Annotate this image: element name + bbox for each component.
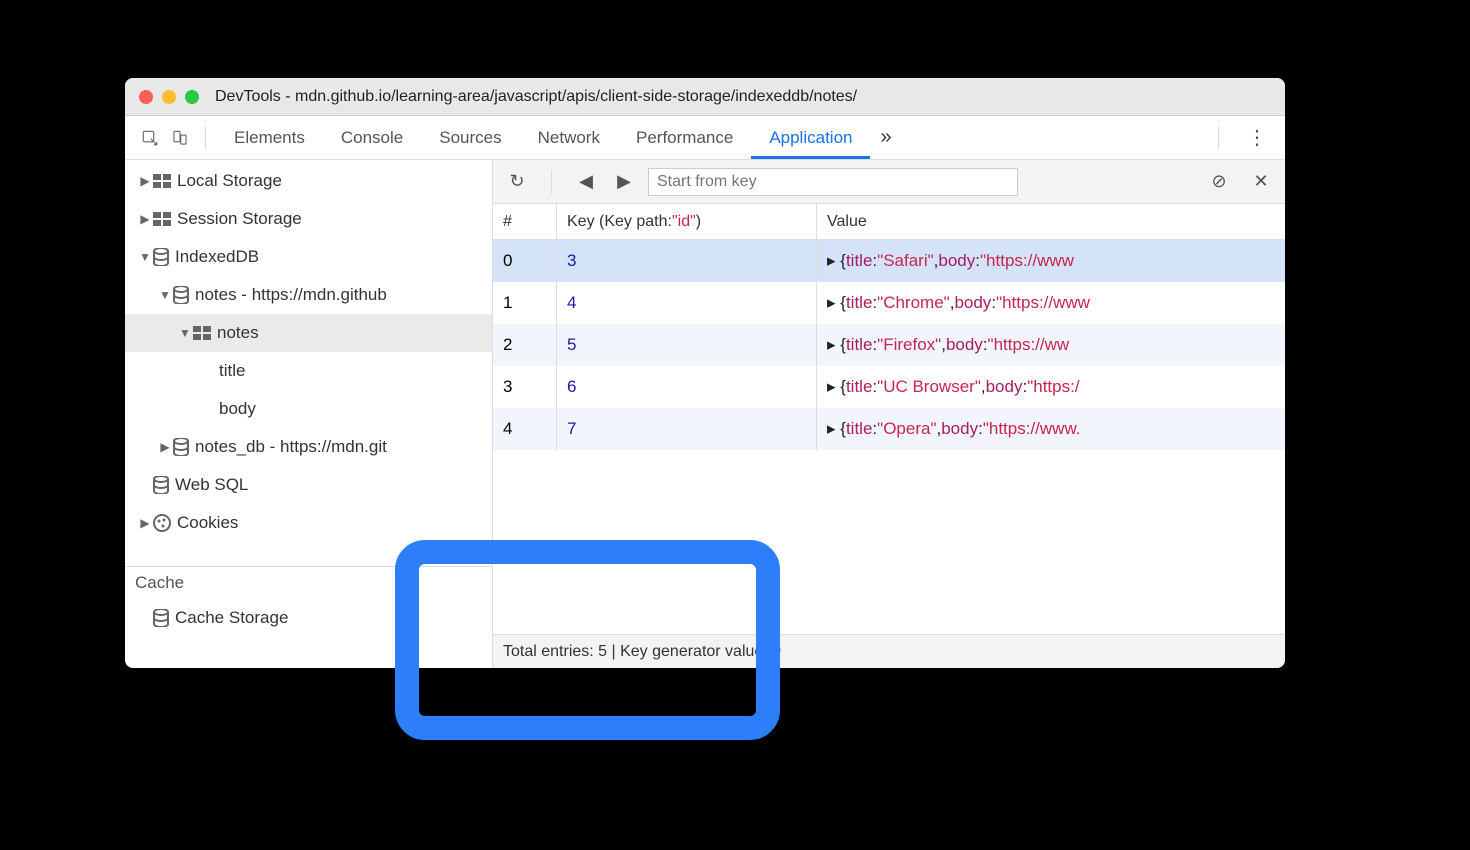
data-toolbar: ↻ ◀ ▶ ⊘ ✕ [493, 160, 1285, 204]
table-row[interactable]: 2 5 ▸ {title: "Firefox", body: "https://… [493, 324, 1285, 366]
table-header: # Key (Key path: "id") Value [493, 204, 1285, 240]
label: Local Storage [177, 171, 282, 191]
table-body: 0 3 ▸ {title: "Safari", body: "https://w… [493, 240, 1285, 450]
cell-key: 3 [557, 240, 817, 282]
sidebar-item-cookies[interactable]: ▶ Cookies [125, 504, 492, 542]
tab-elements[interactable]: Elements [216, 116, 323, 159]
cell-key: 6 [557, 366, 817, 408]
tab-performance[interactable]: Performance [618, 116, 751, 159]
close-icon[interactable] [139, 90, 153, 104]
label: notes - https://mdn.github [195, 285, 387, 305]
devtools-toolbar: Elements Console Sources Network Perform… [125, 116, 1285, 160]
tab-application[interactable]: Application [751, 116, 870, 159]
database-icon [173, 438, 189, 456]
col-key[interactable]: Key (Key path: "id") [557, 204, 817, 239]
expand-icon[interactable]: ▶ [139, 174, 151, 188]
sidebar-item-index-title[interactable]: title [125, 352, 492, 390]
sidebar-item-indexeddb[interactable]: ▼ IndexedDB [125, 238, 492, 276]
cell-index: 4 [493, 408, 557, 450]
tabs-overflow-icon[interactable]: » [870, 126, 901, 149]
database-icon [153, 609, 169, 627]
key-search-input[interactable] [648, 168, 1018, 196]
cell-value: ▸ {title: "UC Browser", body: "https:/ [817, 366, 1285, 408]
sidebar-item-local-storage[interactable]: ▶ Local Storage [125, 162, 492, 200]
inspect-element-icon[interactable] [135, 129, 165, 147]
storage-icon [153, 212, 171, 226]
storage-tree: ▶ Local Storage ▶ Session Storage ▼ Inde… [125, 160, 492, 542]
cell-value: ▸ {title: "Firefox", body: "https://ww [817, 324, 1285, 366]
delete-selected-icon[interactable]: ✕ [1247, 171, 1275, 192]
database-icon [153, 476, 169, 494]
label: IndexedDB [175, 247, 259, 267]
label: body [219, 399, 256, 419]
cell-key: 5 [557, 324, 817, 366]
minimize-icon[interactable] [162, 90, 176, 104]
collapse-icon[interactable]: ▼ [179, 326, 191, 340]
device-toggle-icon[interactable] [165, 129, 195, 147]
divider [551, 170, 552, 194]
collapse-icon[interactable]: ▼ [139, 250, 151, 264]
sidebar-item-websql[interactable]: Web SQL [125, 466, 492, 504]
sidebar-item-index-body[interactable]: body [125, 390, 492, 428]
clear-store-icon[interactable]: ⊘ [1205, 171, 1233, 192]
label: notes [217, 323, 259, 343]
sidebar-item-db-notesdb[interactable]: ▶ notes_db - https://mdn.git [125, 428, 492, 466]
sidebar-item-db-notes[interactable]: ▼ notes - https://mdn.github [125, 276, 492, 314]
zoom-icon[interactable] [185, 90, 199, 104]
tab-network[interactable]: Network [520, 116, 618, 159]
table-row[interactable]: 3 6 ▸ {title: "UC Browser", body: "https… [493, 366, 1285, 408]
col-index[interactable]: # [493, 204, 557, 239]
expand-icon[interactable]: ▶ [139, 212, 151, 226]
cell-index: 2 [493, 324, 557, 366]
prev-page-icon[interactable]: ◀ [572, 171, 600, 192]
annotation-highlight [395, 540, 780, 740]
cell-index: 1 [493, 282, 557, 324]
collapse-icon[interactable]: ▼ [159, 288, 171, 302]
label: Session Storage [177, 209, 302, 229]
label: Cookies [177, 513, 238, 533]
label: Cache Storage [175, 608, 288, 628]
database-icon [173, 286, 189, 304]
cookie-icon [153, 514, 171, 532]
col-value[interactable]: Value [817, 204, 1285, 239]
refresh-icon[interactable]: ↻ [503, 171, 531, 192]
titlebar: DevTools - mdn.github.io/learning-area/j… [125, 78, 1285, 116]
cell-index: 3 [493, 366, 557, 408]
table-row[interactable]: 0 3 ▸ {title: "Safari", body: "https://w… [493, 240, 1285, 282]
expand-icon[interactable]: ▶ [139, 516, 151, 530]
storage-icon [193, 326, 211, 340]
storage-icon [153, 174, 171, 188]
database-icon [153, 248, 169, 266]
label: title [219, 361, 245, 381]
table-row[interactable]: 1 4 ▸ {title: "Chrome", body: "https://w… [493, 282, 1285, 324]
label: notes_db - https://mdn.git [195, 437, 387, 457]
tab-sources[interactable]: Sources [421, 116, 519, 159]
divider [205, 126, 206, 150]
cell-value: ▸ {title: "Safari", body: "https://www [817, 240, 1285, 282]
sidebar-item-store-notes[interactable]: ▼ notes [125, 314, 492, 352]
cell-value: ▸ {title: "Chrome", body: "https://www [817, 282, 1285, 324]
tab-console[interactable]: Console [323, 116, 421, 159]
expand-icon[interactable]: ▶ [159, 440, 171, 454]
label: Web SQL [175, 475, 248, 495]
cell-key: 4 [557, 282, 817, 324]
traffic-lights [139, 90, 199, 104]
cell-key: 7 [557, 408, 817, 450]
settings-menu-icon[interactable]: ⋮ [1229, 125, 1285, 150]
window-title: DevTools - mdn.github.io/learning-area/j… [215, 88, 857, 106]
table-row[interactable]: 4 7 ▸ {title: "Opera", body: "https://ww… [493, 408, 1285, 450]
cell-value: ▸ {title: "Opera", body: "https://www. [817, 408, 1285, 450]
divider [1218, 126, 1219, 150]
cell-index: 0 [493, 240, 557, 282]
sidebar-item-session-storage[interactable]: ▶ Session Storage [125, 200, 492, 238]
next-page-icon[interactable]: ▶ [610, 171, 638, 192]
